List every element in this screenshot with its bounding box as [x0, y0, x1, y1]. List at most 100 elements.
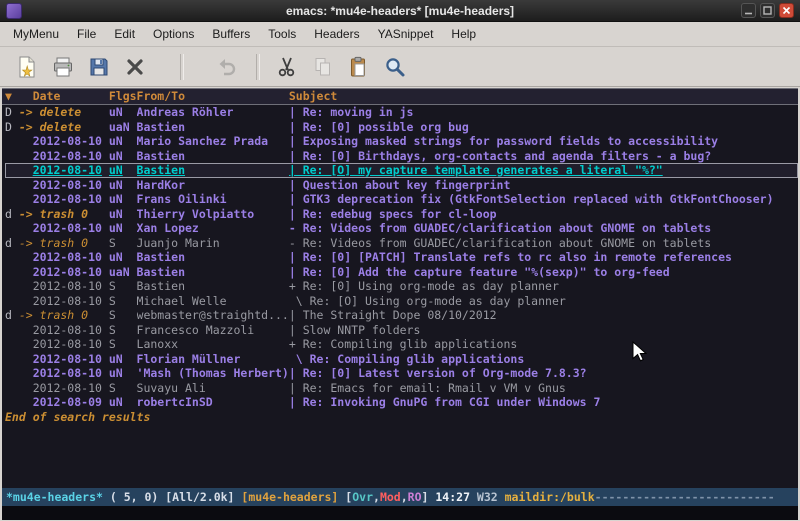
- cell-date: 2012-08-10: [19, 352, 109, 367]
- column-header-date[interactable]: Date: [19, 89, 109, 104]
- cell-flags: uN: [109, 207, 137, 222]
- cell-mark: [5, 366, 19, 381]
- message-row[interactable]: 2012-08-10uaNBastien| Re: [0] Add the ca…: [5, 265, 798, 280]
- cell-mark: [5, 163, 19, 178]
- message-row[interactable]: 2012-08-10uNHardKor| Question about key …: [5, 178, 798, 193]
- undo-button[interactable]: [210, 51, 244, 83]
- copy-icon: [311, 55, 335, 79]
- message-row[interactable]: 2012-08-10SMichael Welle \ Re: [O] Using…: [5, 294, 798, 309]
- save-button[interactable]: [82, 51, 116, 83]
- cell-date: -> delete: [19, 105, 109, 120]
- menu-options[interactable]: Options: [144, 22, 203, 46]
- menu-file[interactable]: File: [68, 22, 105, 46]
- cell-date: -> trash 0: [19, 207, 109, 222]
- cell-flags: S: [109, 294, 137, 309]
- headers-list: D-> deleteuNAndreas Röhler| Re: moving i…: [5, 105, 798, 410]
- message-row[interactable]: 2012-08-10uNXan Lopez- Re: Videos from G…: [5, 221, 798, 236]
- message-row[interactable]: d-> trash 0SJuanjo Marin- Re: Videos fro…: [5, 236, 798, 251]
- close-buffer-button[interactable]: [118, 51, 152, 83]
- message-row[interactable]: 2012-08-10SLanoxx+ Re: Compiling glib ap…: [5, 337, 798, 352]
- menu-yasnippet[interactable]: YASnippet: [369, 22, 443, 46]
- cell-from: Michael Welle: [137, 294, 289, 309]
- cell-subject: | Re: [0] Add the capture feature "%(sex…: [289, 265, 798, 280]
- cell-mark: d: [5, 236, 19, 251]
- search-button[interactable]: [378, 51, 412, 83]
- message-row[interactable]: 2012-08-10uNMario Sanchez Prada| Exposin…: [5, 134, 798, 149]
- cell-flags: uaN: [109, 265, 137, 280]
- cell-mark: [5, 265, 19, 280]
- message-row[interactable]: 2012-08-10uNBastien| Re: [0] [PATCH] Tra…: [5, 250, 798, 265]
- new-file-icon: [15, 55, 39, 79]
- maximize-button[interactable]: [760, 3, 775, 18]
- message-row[interactable]: 2012-08-10uNBastien| Re: [0] Birthdays, …: [5, 149, 798, 164]
- cell-date: -> trash 0: [19, 236, 109, 251]
- cell-subject: | Question about key fingerprint: [289, 178, 798, 193]
- cell-subject: \ Re: [O] Using org-mode as day planner: [289, 294, 798, 309]
- minimize-button[interactable]: [741, 3, 756, 18]
- cut-button[interactable]: [270, 51, 304, 83]
- emacs-icon: [6, 3, 22, 19]
- paste-button[interactable]: [342, 51, 376, 83]
- message-row[interactable]: D-> deleteuaNBastien| Re: [0] possible o…: [5, 120, 798, 135]
- menu-buffers[interactable]: Buffers: [203, 22, 259, 46]
- cell-flags: uN: [109, 163, 137, 178]
- cell-subject: | Slow NNTP folders: [289, 323, 798, 338]
- modeline: *mu4e-headers* ( 5, 0) [All/2.0k] [mu4e-…: [2, 488, 798, 506]
- message-row[interactable]: d-> trash 0uNThierry Volpiatto| Re: edeb…: [5, 207, 798, 222]
- undo-icon: [215, 55, 239, 79]
- cell-mark: D: [5, 105, 19, 120]
- column-header-subject[interactable]: Subject: [289, 89, 798, 104]
- cell-flags: uN: [109, 105, 137, 120]
- cell-date: 2012-08-10: [19, 381, 109, 396]
- modeline-segment: RO: [408, 490, 422, 504]
- cell-mark: [5, 221, 19, 236]
- new-file-button[interactable]: [10, 51, 44, 83]
- mu4e-headers-buffer: ▼ Date Flgs From/To Subject D-> deleteuN…: [2, 88, 798, 488]
- cell-subject: | Re: Emacs for email: Rmail v VM v Gnus: [289, 381, 798, 396]
- message-row[interactable]: 2012-08-10uNBastien| Re: [O] my capture …: [5, 163, 798, 178]
- cell-mark: [5, 395, 19, 410]
- modeline-segment: ]: [422, 490, 436, 504]
- column-header-flags[interactable]: Flgs: [109, 89, 137, 104]
- message-row[interactable]: 2012-08-10SSuvayu Ali| Re: Emacs for ema…: [5, 381, 798, 396]
- copy-button[interactable]: [306, 51, 340, 83]
- cell-flags: S: [109, 308, 137, 323]
- echo-area[interactable]: [2, 506, 798, 520]
- cell-flags: uN: [109, 192, 137, 207]
- menu-edit[interactable]: Edit: [105, 22, 144, 46]
- menu-help[interactable]: Help: [442, 22, 485, 46]
- print-button[interactable]: [46, 51, 80, 83]
- cell-from: Florian Müllner: [137, 352, 289, 367]
- emacs-window: emacs: *mu4e-headers* [mu4e-headers] MyM…: [0, 0, 800, 521]
- column-header-from[interactable]: From/To: [137, 89, 289, 104]
- menu-tools[interactable]: Tools: [259, 22, 305, 46]
- cell-subject: | Re: [0] [PATCH] Translate refs to rc a…: [289, 250, 798, 265]
- cell-from: HardKor: [137, 178, 289, 193]
- cell-subject: - Re: Videos from GUADEC/clarification a…: [289, 221, 798, 236]
- modeline-segment: [All/2.0k]: [165, 490, 241, 504]
- message-row[interactable]: 2012-08-10uN'Mash (Thomas Herbert)| Re: …: [5, 366, 798, 381]
- close-button[interactable]: [779, 3, 794, 18]
- cell-subject: | Re: moving in js: [289, 105, 798, 120]
- menu-mymenu[interactable]: MyMenu: [4, 22, 68, 46]
- cell-subject: | Re: [0] Latest version of Org-mode 7.8…: [289, 366, 798, 381]
- cell-flags: uN: [109, 250, 137, 265]
- cell-subject: | Re: edebug specs for cl-loop: [289, 207, 798, 222]
- frame-body: ▼ Date Flgs From/To Subject D-> deleteuN…: [0, 87, 800, 521]
- menu-headers[interactable]: Headers: [305, 22, 368, 46]
- maximize-icon: [763, 6, 772, 15]
- message-row[interactable]: 2012-08-09uNrobertcInSD| Re: Invoking Gn…: [5, 395, 798, 410]
- message-row[interactable]: d-> trash 0Swebmaster@straightd...| The …: [5, 308, 798, 323]
- modeline-segment: Mod: [380, 490, 401, 504]
- message-row[interactable]: 2012-08-10uNFrans Oilinki| GTK3 deprecat…: [5, 192, 798, 207]
- sort-direction-indicator[interactable]: ▼: [5, 89, 19, 104]
- message-row[interactable]: 2012-08-10SBastien+ Re: [0] Using org-mo…: [5, 279, 798, 294]
- cell-from: Lanoxx: [137, 337, 289, 352]
- message-row[interactable]: D-> deleteuNAndreas Röhler| Re: moving i…: [5, 105, 798, 120]
- paste-icon: [347, 55, 371, 79]
- message-row[interactable]: 2012-08-10SFrancesco Mazzoli| Slow NNTP …: [5, 323, 798, 338]
- cell-from: Mario Sanchez Prada: [137, 134, 289, 149]
- cell-from: Andreas Röhler: [137, 105, 289, 120]
- cell-subject: + Re: [0] Using org-mode as day planner: [289, 279, 798, 294]
- message-row[interactable]: 2012-08-10uNFlorian Müllner \ Re: Compil…: [5, 352, 798, 367]
